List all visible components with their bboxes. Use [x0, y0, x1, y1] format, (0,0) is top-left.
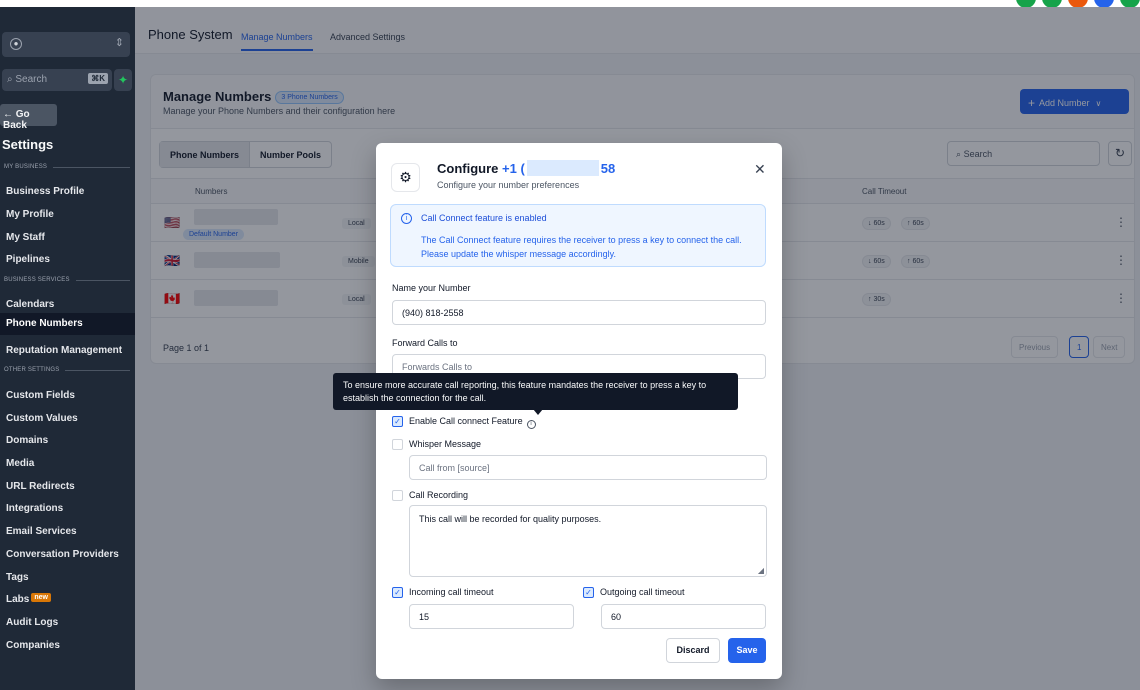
plus-icon: ✦	[117, 73, 129, 87]
forward-label: Forward Calls to	[392, 338, 458, 348]
sidebar-item-reputation-management[interactable]: Reputation Management	[0, 340, 135, 362]
account-switcher[interactable]: ● ⇕	[2, 32, 130, 57]
sidebar-item-conversation-providers[interactable]: Conversation Providers	[0, 544, 135, 566]
sidebar-item-url-redirects[interactable]: URL Redirects	[0, 476, 135, 498]
close-icon[interactable]: ✕	[754, 161, 766, 178]
sidebar-item-labs[interactable]: Labs new	[0, 589, 135, 611]
info-icon[interactable]: i	[526, 420, 536, 429]
outgoing-timeout-input[interactable]: 60	[601, 604, 766, 629]
whisper-checkbox[interactable]	[392, 439, 403, 450]
section-business-services: BUSINESS SERVICES	[4, 277, 130, 283]
resize-handle-icon[interactable]: ◢	[758, 566, 764, 575]
section-label: MY BUSINESS	[4, 164, 48, 170]
whisper-input[interactable]: Call from [source]	[409, 455, 767, 480]
save-button[interactable]: Save	[728, 638, 766, 663]
info-icon: i	[401, 213, 412, 224]
chevron-updown-icon: ⇕	[114, 37, 124, 49]
sidebar-item-companies[interactable]: Companies	[0, 635, 135, 657]
sidebar-search-placeholder: Search	[15, 74, 48, 85]
recording-message-textarea[interactable]: This call will be recorded for quality p…	[409, 505, 767, 577]
sidebar-item-my-staff[interactable]: My Staff	[0, 227, 135, 249]
redacted-number	[526, 160, 599, 176]
search-icon: ⌕	[7, 74, 13, 85]
recording-checkbox[interactable]	[392, 490, 403, 501]
incoming-timeout-label: Incoming call timeout	[409, 587, 494, 597]
sidebar-item-integrations[interactable]: Integrations	[0, 498, 135, 520]
modal-subtitle: Configure your number preferences	[437, 180, 580, 190]
discard-button[interactable]: Discard	[666, 638, 720, 663]
sidebar-item-media[interactable]: Media	[0, 453, 135, 475]
name-label: Name your Number	[392, 283, 471, 293]
incoming-timeout-input[interactable]: 15	[409, 604, 574, 629]
sidebar-title: Settings	[2, 137, 54, 152]
sidebar-item-audit-logs[interactable]: Audit Logs	[0, 612, 135, 634]
recording-message-text: This call will be recorded for quality p…	[419, 514, 602, 524]
divider	[65, 369, 130, 371]
sidebar-item-custom-fields[interactable]: Custom Fields	[0, 385, 135, 407]
modal-number-start: +1 (	[502, 161, 525, 176]
gear-icon: ⚙	[391, 163, 420, 192]
name-input[interactable]: (940) 818-2558	[392, 300, 766, 325]
incoming-timeout-checkbox[interactable]: ✓	[392, 587, 403, 598]
sidebar: ● ⇕ ⌕ Search ⌘K ✦ ← Go Back Settings MY …	[0, 7, 135, 690]
quick-add-button[interactable]: ✦	[114, 69, 132, 91]
alert-body: The Call Connect feature requires the re…	[421, 235, 742, 259]
section-label: OTHER SETTINGS	[4, 367, 60, 373]
sidebar-item-email-services[interactable]: Email Services	[0, 521, 135, 543]
call-connect-label: Enable Call connect Feature i	[409, 416, 536, 429]
user-icon: ●	[10, 38, 22, 50]
labs-label: Labs	[6, 594, 30, 605]
sidebar-item-custom-values[interactable]: Custom Values	[0, 408, 135, 430]
section-other-settings: OTHER SETTINGS	[4, 367, 130, 373]
configure-number-modal: ⚙ Configure +1 ( 58 Configure your number…	[376, 143, 782, 679]
shortcut-badge: ⌘K	[88, 73, 108, 84]
section-my-business: MY BUSINESS	[4, 164, 130, 170]
tooltip-arrow	[533, 409, 543, 415]
recording-label: Call Recording	[409, 490, 469, 500]
whisper-label: Whisper Message	[409, 439, 482, 449]
sidebar-item-business-profile[interactable]: Business Profile	[0, 181, 135, 203]
call-connect-label-text: Enable Call connect Feature	[409, 416, 523, 426]
modal-number-end: 58	[600, 161, 616, 176]
sidebar-item-domains[interactable]: Domains	[0, 430, 135, 452]
outgoing-timeout-checkbox[interactable]: ✓	[583, 587, 594, 598]
call-connect-tooltip: To ensure more accurate call reporting, …	[333, 373, 738, 410]
call-connect-checkbox[interactable]: ✓	[392, 416, 403, 427]
sidebar-item-phone-numbers[interactable]: Phone Numbers	[0, 313, 135, 335]
alert-title: Call Connect feature is enabled	[421, 213, 547, 223]
sidebar-item-tags[interactable]: Tags	[0, 567, 135, 589]
call-connect-alert: i Call Connect feature is enabled The Ca…	[390, 204, 766, 267]
divider	[75, 279, 130, 281]
top-strip	[0, 0, 1140, 8]
modal-title: Configure +1 ( 58	[437, 160, 615, 176]
sidebar-item-my-profile[interactable]: My Profile	[0, 204, 135, 226]
divider	[53, 166, 130, 168]
arrow-left-icon: ←	[3, 109, 13, 120]
sidebar-item-pipelines[interactable]: Pipelines	[0, 249, 135, 271]
section-label: BUSINESS SERVICES	[4, 277, 70, 283]
go-back-button[interactable]: ← Go Back	[0, 104, 57, 131]
outgoing-timeout-label: Outgoing call timeout	[600, 587, 685, 597]
new-badge: new	[31, 593, 51, 602]
modal-title-prefix: Configure	[437, 161, 499, 176]
sidebar-search[interactable]: ⌕ Search ⌘K	[2, 69, 112, 91]
